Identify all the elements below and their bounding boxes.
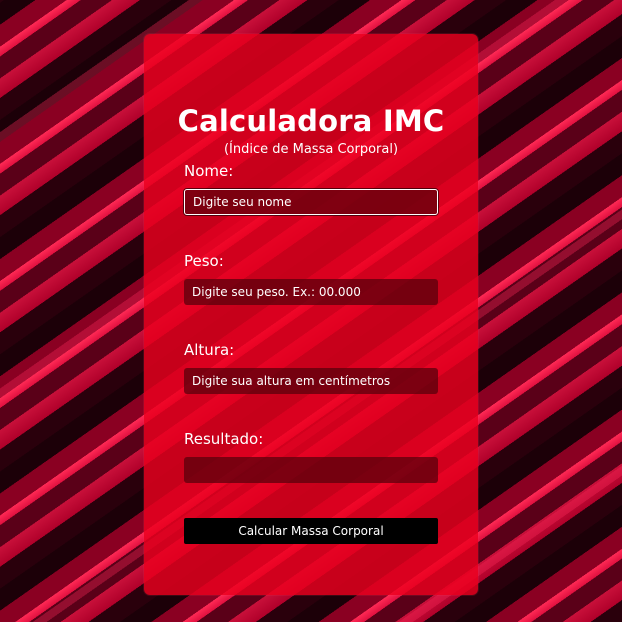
height-label: Altura: <box>184 341 235 359</box>
name-label: Nome: <box>184 162 234 180</box>
name-input[interactable] <box>184 189 438 215</box>
result-field[interactable] <box>184 457 438 483</box>
page-subtitle: (Índice de Massa Corporal) <box>223 142 399 157</box>
calculator-card: Calculadora IMC (Índice de Massa Corpora… <box>144 34 478 595</box>
height-input[interactable] <box>184 368 438 394</box>
calculate-button[interactable]: Calcular Massa Corporal <box>184 518 438 544</box>
page-title: Calculadora IMC <box>177 104 445 138</box>
result-label: Resultado: <box>184 430 264 448</box>
weight-input[interactable] <box>184 279 438 305</box>
weight-label: Peso: <box>184 252 224 270</box>
